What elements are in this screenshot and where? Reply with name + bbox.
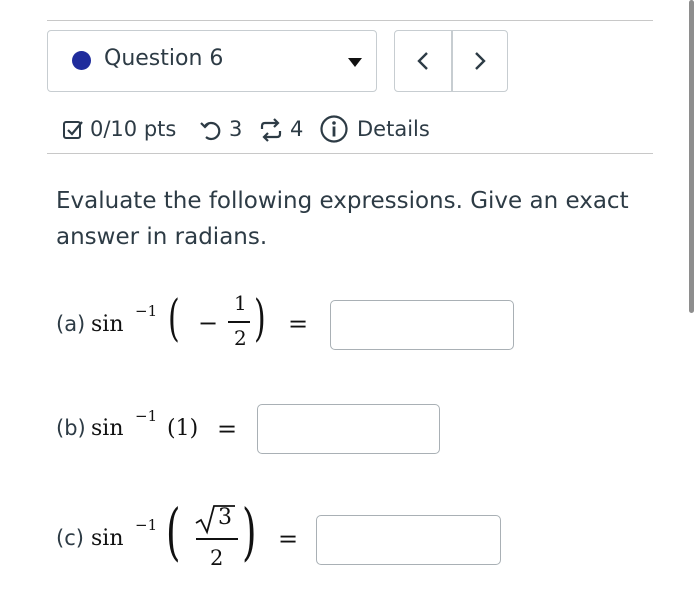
- part-c-fraction-bar: [196, 538, 238, 540]
- part-a-left-paren: (: [168, 289, 180, 347]
- question-pager: [394, 30, 508, 92]
- part-a-minus: −: [198, 309, 219, 337]
- part-a-label: (a): [56, 312, 86, 336]
- previous-question-button[interactable]: [395, 31, 451, 91]
- part-b-answer-input[interactable]: [257, 404, 440, 454]
- meta-divider: [47, 153, 653, 154]
- part-c-func: sin: [91, 526, 124, 551]
- part-b-equals: =: [217, 415, 238, 443]
- submissions-count: 4: [290, 117, 304, 141]
- part-a-exponent: −1: [135, 302, 158, 320]
- caret-down-icon: [348, 58, 362, 67]
- part-a-right-paren: ): [254, 289, 266, 347]
- part-b-argument: (1): [167, 416, 199, 441]
- part-c-equals: =: [278, 525, 299, 553]
- part-a-fraction-bar: [228, 321, 250, 323]
- part-a: (a) sin −1 ( − 1 2 ) =: [56, 285, 656, 375]
- points-text: 0/10 pts: [90, 117, 177, 141]
- part-c-denominator: 2: [210, 546, 224, 570]
- chevron-left-icon: [417, 52, 428, 70]
- part-c: (c) sin −1 ( 3 2 ) =: [56, 495, 656, 597]
- checkbox-icon: [63, 121, 83, 139]
- info-icon[interactable]: [319, 114, 349, 144]
- question-select[interactable]: Question 6: [47, 30, 377, 92]
- part-c-right-paren: ): [242, 495, 257, 568]
- part-a-answer-input[interactable]: [330, 300, 514, 350]
- top-divider: [47, 20, 653, 21]
- part-c-exponent: −1: [135, 516, 158, 534]
- part-b-exponent: −1: [135, 407, 158, 425]
- question-prompt: Evaluate the following expressions. Give…: [56, 188, 629, 250]
- retries-count: 3: [229, 117, 243, 141]
- part-c-radicand: 3: [218, 505, 232, 530]
- chevron-right-icon: [475, 52, 486, 70]
- page-scrollbar[interactable]: [689, 0, 694, 313]
- next-question-button[interactable]: [452, 31, 508, 91]
- question-select-label: Question 6: [104, 46, 224, 71]
- part-a-denominator: 2: [234, 326, 247, 350]
- part-a-equals: =: [288, 310, 309, 338]
- question-status-dot: [72, 51, 91, 70]
- part-c-left-paren: (: [166, 495, 181, 568]
- part-c-answer-input[interactable]: [316, 515, 501, 565]
- repeat-icon: [260, 118, 282, 142]
- part-a-numerator: 1: [234, 291, 247, 315]
- part-a-func: sin: [91, 312, 124, 337]
- part-b: (b) sin −1 (1) =: [56, 400, 656, 490]
- undo-icon: [200, 121, 221, 141]
- part-b-label: (b): [56, 416, 86, 440]
- part-b-func: sin: [91, 416, 124, 441]
- part-c-label: (c): [56, 526, 84, 550]
- details-link[interactable]: Details: [357, 114, 430, 144]
